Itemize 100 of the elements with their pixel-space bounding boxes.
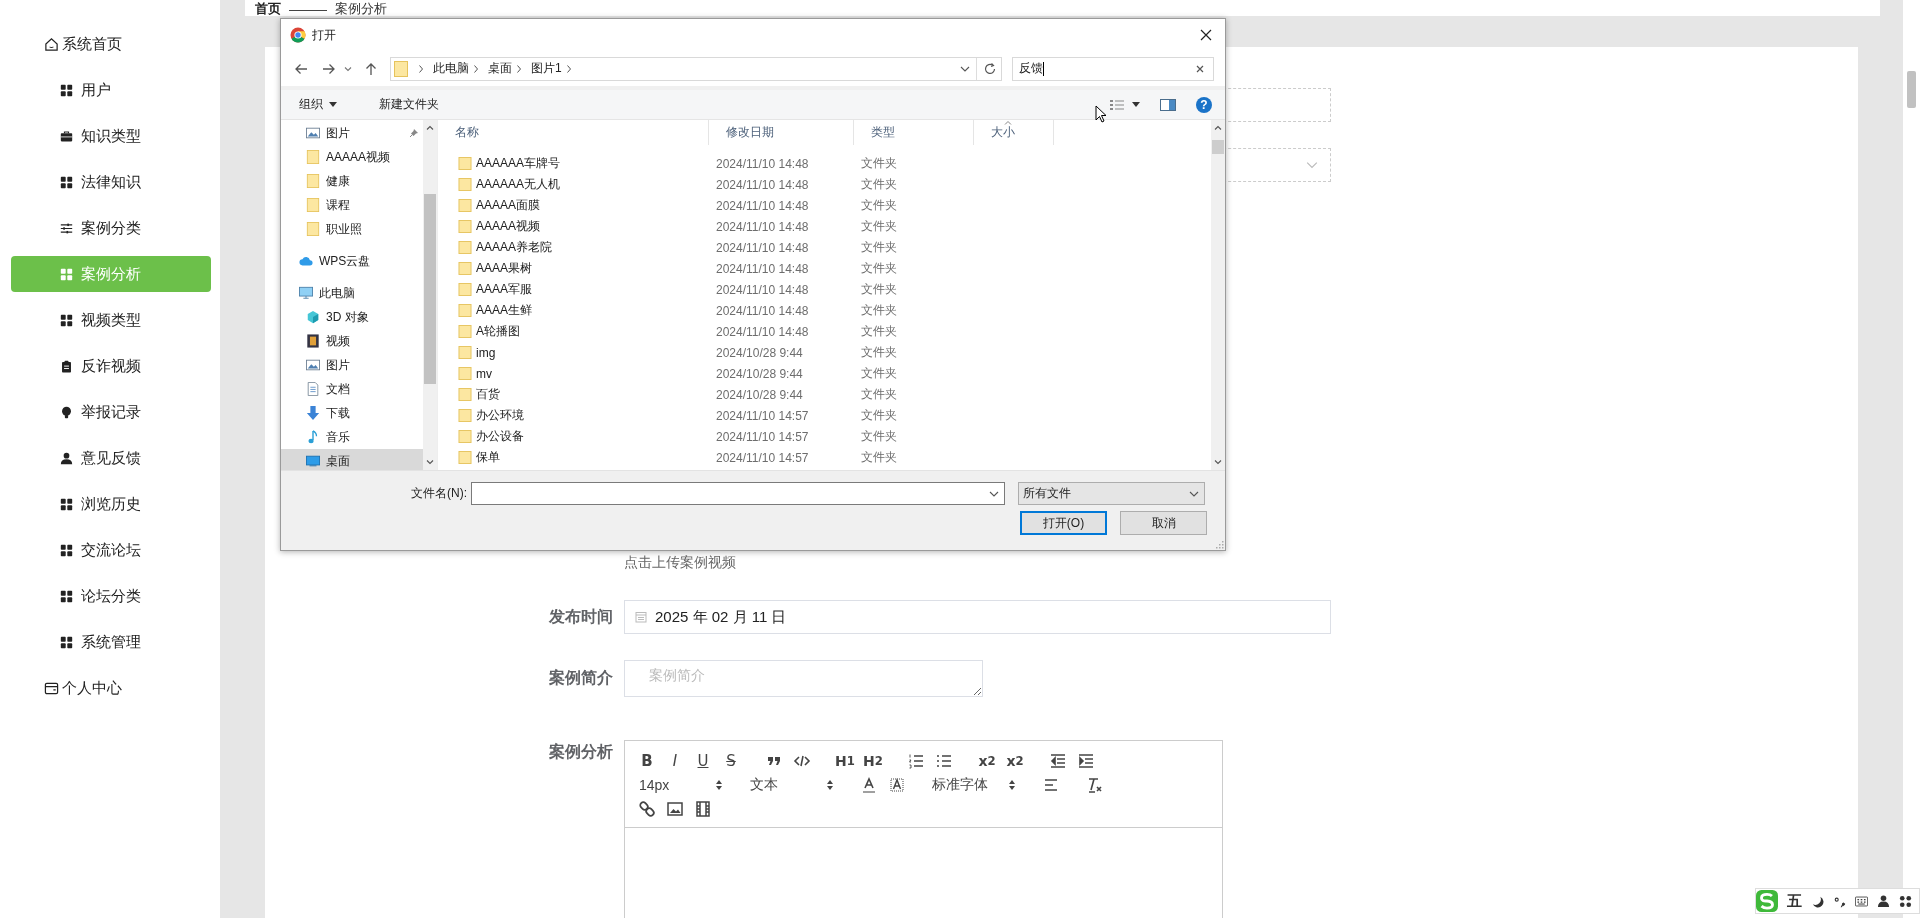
sidebar-item[interactable]: 意见反馈 [11, 440, 211, 476]
file-name[interactable]: AAAAAA车牌号 [476, 155, 561, 172]
column-header[interactable]: 类型 [854, 120, 974, 145]
scroll-down-icon[interactable] [1214, 460, 1222, 465]
nav-item[interactable]: 桌面 [281, 449, 423, 473]
file-name[interactable]: AAAAA养老院 [476, 239, 553, 256]
sidebar-item[interactable]: 用户 [11, 72, 211, 108]
date-field[interactable]: 2025 年 02 月 11 日 [624, 600, 1331, 634]
sidebar-item[interactable]: 法律知识 [11, 164, 211, 200]
back-arrow-icon[interactable] [294, 61, 308, 76]
chevron-down-icon[interactable] [344, 65, 352, 72]
file-name[interactable]: AAAAA视频 [476, 218, 541, 235]
sidebar-item[interactable]: 系统首页 [11, 26, 211, 62]
file-name[interactable]: img [476, 345, 496, 360]
sidebar-item[interactable]: 系统管理 [11, 624, 211, 660]
scroll-thumb[interactable] [1907, 71, 1916, 108]
ime-logo-icon[interactable] [1756, 890, 1778, 912]
picker-dropdown[interactable]: 14px [633, 773, 729, 797]
path-segment[interactable]: 图片1 [531, 60, 562, 77]
up-arrow-icon[interactable] [364, 61, 378, 76]
sidebar-item[interactable]: 案例分类 [11, 210, 211, 246]
file-name[interactable]: 办公环境 [476, 407, 524, 424]
sidebar-item[interactable]: 知识类型 [11, 118, 211, 154]
help-button[interactable]: ? [1196, 96, 1212, 113]
file-name[interactable]: 办公设备 [476, 428, 524, 445]
toolbar-button[interactable]: 组织 [291, 92, 345, 117]
file-name[interactable]: A轮播图 [476, 323, 520, 340]
dialog-button[interactable]: 取消 [1120, 511, 1207, 535]
format-button[interactable]: U [689, 749, 717, 773]
nav-item[interactable]: WPS云盘 [281, 249, 423, 273]
nav-item[interactable]: 视频 [281, 329, 423, 353]
forward-arrow-icon[interactable] [322, 61, 336, 76]
picker-dropdown[interactable]: 标准字体 [926, 773, 1022, 797]
breadcrumb-link[interactable]: 案例分析 [335, 2, 387, 16]
file-name[interactable]: AAAA果树 [476, 260, 532, 277]
sidebar-item[interactable]: 个人中心 [11, 670, 211, 706]
file-name[interactable]: AAAA生鲜 [476, 302, 532, 319]
scrollbar[interactable] [423, 120, 437, 470]
file-name[interactable]: AAAAAA无人机 [476, 176, 561, 193]
nav-item[interactable]: 图片 [281, 121, 423, 145]
nav-item[interactable]: 图片 [281, 353, 423, 377]
nav-item[interactable]: 下载 [281, 401, 423, 425]
scroll-down-icon[interactable] [426, 460, 434, 465]
format-button[interactable]: I [661, 749, 689, 773]
close-icon[interactable] [1200, 29, 1212, 41]
scroll-thumb[interactable] [1212, 140, 1224, 154]
dialog-button[interactable]: 打开(O) [1020, 511, 1107, 535]
scroll-thumb[interactable] [424, 194, 436, 384]
path-segment[interactable]: 此电脑 [433, 60, 469, 77]
column-header[interactable]: 大小 [974, 120, 1054, 145]
column-header[interactable]: 修改日期 [709, 120, 854, 145]
search-field[interactable]: 反馈 [1012, 56, 1214, 81]
sidebar-item[interactable]: 反诈视频 [11, 348, 211, 384]
filename-field[interactable] [471, 482, 1005, 505]
nav-item[interactable]: 音乐 [281, 425, 423, 449]
file-type-select[interactable]: 所有文件 [1018, 482, 1205, 505]
keyboard-icon[interactable] [1855, 894, 1868, 908]
up-down-icon [1008, 779, 1016, 791]
chevron-down-icon[interactable] [960, 65, 970, 72]
format-button[interactable]: S [717, 749, 745, 773]
sidebar-item[interactable]: 浏览历史 [11, 486, 211, 522]
textarea-field[interactable]: 案例简介 [624, 660, 983, 697]
file-name[interactable]: 百货 [476, 386, 500, 403]
file-name[interactable]: mv [476, 366, 492, 381]
sidebar-item[interactable]: 视频类型 [11, 302, 211, 338]
nav-item[interactable]: 3D 对象 [281, 305, 423, 329]
input-mode[interactable]: 五 [1787, 891, 1802, 911]
breadcrumb-link[interactable]: 首页 [255, 2, 281, 16]
nav-item[interactable]: 此电脑 [281, 281, 423, 305]
monitor-icon [306, 454, 320, 468]
caret-icon[interactable] [1132, 102, 1140, 107]
nav-item[interactable]: 健康 [281, 169, 423, 193]
file-name[interactable]: 保单 [476, 449, 500, 466]
column-header[interactable]: 名称 [438, 120, 709, 145]
sidebar-item[interactable]: 交流论坛 [11, 532, 211, 568]
address-bar[interactable]: 此电脑 桌面 图片1 [390, 56, 1002, 81]
view-list-icon[interactable] [1110, 98, 1124, 111]
scroll-up-icon[interactable] [426, 125, 434, 130]
align-icon [1042, 776, 1060, 794]
person-icon[interactable] [1877, 894, 1890, 908]
toolbar-button[interactable]: 新建文件夹 [371, 92, 447, 117]
file-name[interactable]: AAAAA面膜 [476, 197, 541, 214]
nav-item[interactable]: AAAAA视频 [281, 145, 423, 169]
file-type: 文件夹 [861, 407, 897, 424]
clear-icon[interactable] [1195, 63, 1205, 74]
file-name[interactable]: AAAA军服 [476, 281, 532, 298]
preview-pane-icon[interactable] [1160, 98, 1176, 111]
nav-item[interactable]: 文档 [281, 377, 423, 401]
briefcase-icon [60, 129, 73, 143]
resize-grip-icon[interactable] [1214, 539, 1224, 549]
scroll-up-icon[interactable] [1214, 125, 1222, 130]
path-segment[interactable]: 桌面 [488, 60, 512, 77]
scrollbar[interactable] [1211, 120, 1225, 470]
nav-item[interactable]: 课程 [281, 193, 423, 217]
format-button[interactable]: B [633, 749, 661, 773]
picker-dropdown[interactable]: 文本 [744, 773, 840, 797]
sidebar-item[interactable]: 论坛分类 [11, 578, 211, 614]
nav-item[interactable]: 职业照 [281, 217, 423, 241]
grid-icon[interactable] [1899, 894, 1912, 908]
sidebar-item[interactable]: 举报记录 [11, 394, 211, 430]
